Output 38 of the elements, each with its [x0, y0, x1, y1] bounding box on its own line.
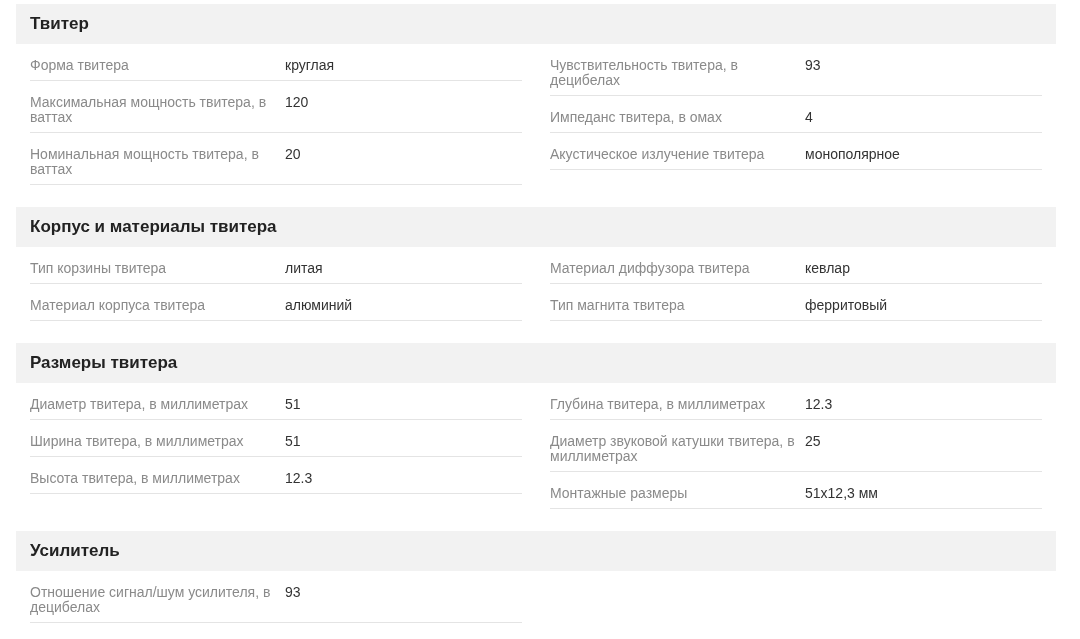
spec-value: 120	[285, 95, 309, 112]
spec-value: 4	[805, 110, 813, 125]
section-title: Размеры твитера	[16, 343, 1056, 383]
spec-label: Глубина твитера, в миллиметрах	[550, 397, 767, 412]
spec-value: круглая	[285, 58, 335, 73]
spec-value: 93	[285, 585, 301, 602]
spec-label: Монтажные размеры	[550, 486, 689, 501]
spec-value: 20	[285, 147, 301, 164]
spec-value: 12.3	[805, 397, 833, 412]
spec-label: Высота твитера, в миллиметрах	[30, 471, 241, 486]
spec-value: ферритовый	[805, 298, 888, 313]
spec-value: монополярное	[805, 147, 900, 162]
section-title: Твитер	[16, 4, 1056, 44]
spec-value: алюминий	[285, 298, 353, 313]
spec-label: Материал корпуса твитера	[30, 298, 207, 313]
spec-label: Чувствительность твитера, в децибелах	[550, 58, 739, 88]
spec-value: 12.3	[285, 471, 313, 486]
section-title: Корпус и материалы твитера	[16, 207, 1056, 247]
spec-value: 93	[805, 58, 821, 75]
section-title: Усилитель	[16, 531, 1056, 571]
spec-label: Номинальная мощность твитера, в ваттах	[30, 147, 260, 177]
spec-label: Акустическое излучение твитера	[550, 147, 766, 162]
spec-label: Форма твитера	[30, 58, 130, 73]
spec-label: Импеданс твитера, в омах	[550, 110, 723, 125]
spec-value: кевлар	[805, 261, 850, 276]
spec-value: литая	[285, 261, 323, 276]
spec-value: 51	[285, 434, 301, 449]
spec-label: Максимальная мощность твитера, в ваттах	[30, 95, 268, 125]
spec-label: Материал диффузора твитера	[550, 261, 751, 276]
spec-label: Диаметр твитера, в миллиметрах	[30, 397, 250, 412]
spec-label: Отношение сигнал/шум усилителя, в децибелах	[30, 585, 272, 615]
spec-value: 51x12,3 мм	[805, 486, 878, 501]
spec-label: Ширина твитера, в миллиметрах	[30, 434, 245, 449]
spec-label: Тип корзины твитера	[30, 261, 168, 276]
spec-value: 25	[805, 434, 821, 451]
spec-value: 51	[285, 397, 301, 412]
spec-label: Диаметр звуковой катушки твитера, в миллиметрах	[550, 434, 796, 464]
spec-label: Тип магнита твитера	[550, 298, 686, 313]
